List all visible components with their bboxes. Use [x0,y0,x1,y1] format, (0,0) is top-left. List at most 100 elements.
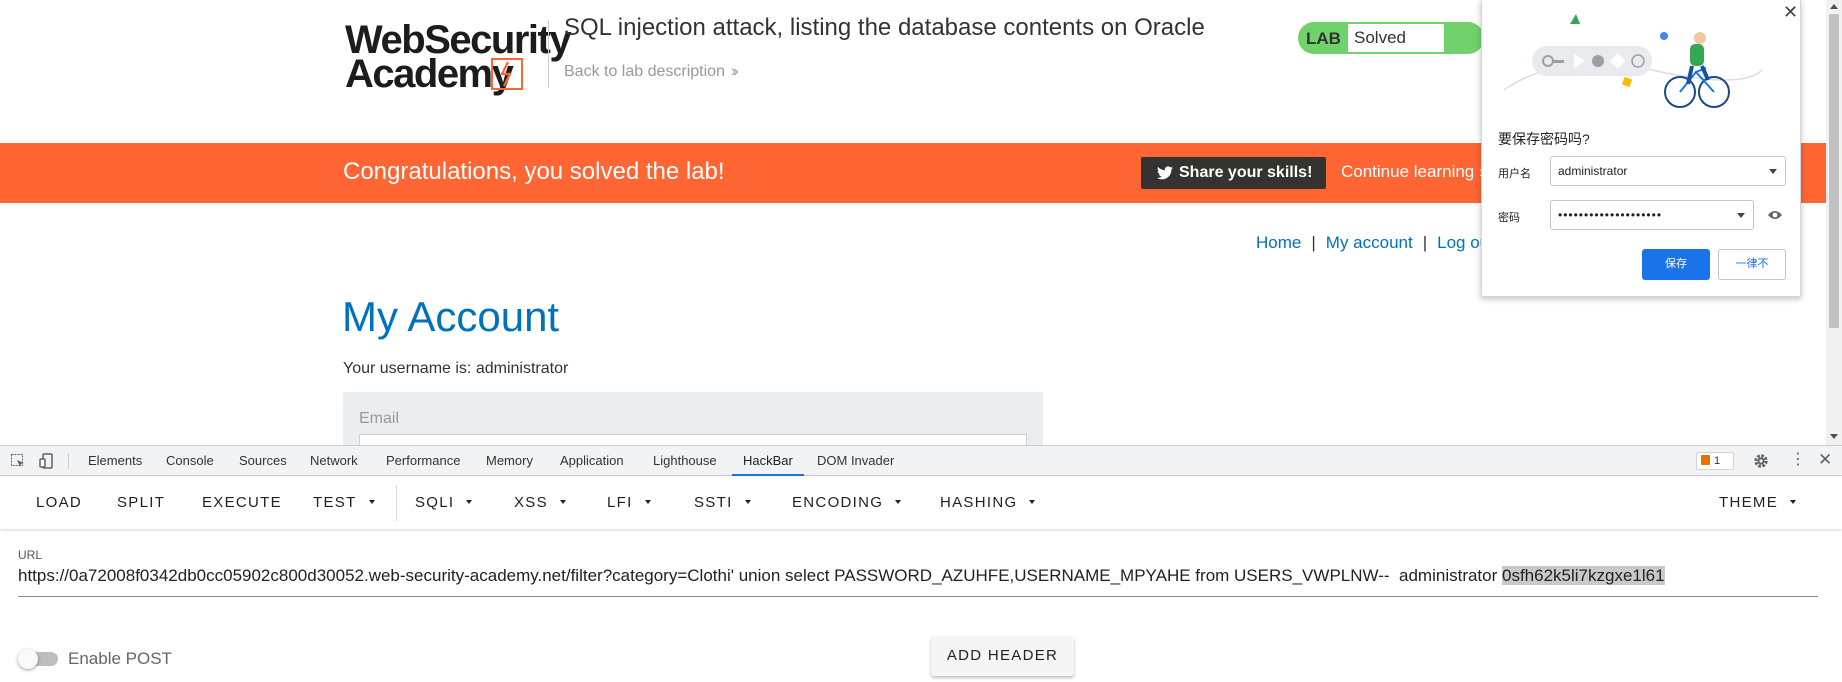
split-label: SPLIT [117,494,166,511]
hashing-dropdown[interactable]: HASHING [940,477,1036,529]
toolbar-divider [396,485,397,521]
load-button[interactable]: LOAD [36,477,82,529]
tab-sources[interactable]: Sources [239,446,287,476]
issue-flag-icon [1701,455,1710,465]
password-label: 密码 [1498,212,1520,224]
dropdown-caret-icon [559,500,566,504]
never-button[interactable]: 一律不 [1718,249,1786,280]
test-dropdown[interactable]: TEST [313,477,375,529]
email-field[interactable] [359,434,1027,445]
logo-divider [548,20,549,88]
username-label: 用户名 [1498,168,1531,180]
sqli-label: SQLI [415,494,455,511]
tab-network[interactable]: Network [310,446,358,476]
lightning-bolt-icon [491,58,523,90]
enable-post-label: Enable POST [68,649,172,668]
continue-learning-link[interactable]: Continue learning ›› [1341,162,1490,182]
url-input[interactable]: https://0a72008f0342db0cc05902c800d30052… [18,566,1665,586]
lab-title: SQL injection attack, listing the databa… [564,14,1205,41]
hashing-label: HASHING [940,494,1018,511]
add-header-button[interactable]: ADD HEADER [931,636,1074,676]
gear-icon[interactable] [1753,453,1769,469]
ssti-label: SSTI [694,494,733,511]
theme-dropdown[interactable]: THEME [1719,477,1796,529]
test-label: TEST [313,494,357,511]
close-devtools-icon[interactable]: ✕ [1818,450,1832,470]
lab-status-widget: LAB Solved [1298,22,1484,54]
email-label: Email [359,410,400,427]
scrollbar-thumb[interactable] [1829,14,1839,328]
back-to-lab-description-link[interactable]: Back to lab description ›› [564,63,738,81]
double-chevron-right-icon: ›› [730,63,738,80]
encoding-label: ENCODING [792,494,884,511]
ssti-dropdown[interactable]: SSTI [694,477,751,529]
dropdown-caret-icon [368,500,375,504]
nav-home-link[interactable]: Home [1256,233,1301,252]
xss-dropdown[interactable]: XSS [514,477,566,529]
password-illustration [1503,14,1763,108]
hackbar-toolbar: LOAD SPLIT EXECUTE TEST SQLI XSS LFI SST… [0,477,1842,529]
tab-elements[interactable]: Elements [88,446,142,476]
tab-dom-invader[interactable]: DOM Invader [817,446,894,476]
dropdown-caret-icon [466,500,473,504]
chevron-down-icon [1769,169,1777,174]
save-button[interactable]: 保存 [1642,249,1710,280]
url-selected-text: 0sfh62k5li7kzgxe1l61 [1502,566,1665,585]
split-button[interactable]: SPLIT [117,477,165,529]
back-link-label: Back to lab description [564,63,725,80]
nav-separator: | [1422,233,1428,252]
issues-counter[interactable]: 1 [1696,452,1734,470]
close-icon[interactable]: ✕ [1783,2,1798,23]
page-viewport: WebSecurity Academy SQL injection attack… [0,0,1842,445]
eye-icon[interactable] [1767,209,1783,221]
username-line: Your username is: administrator [343,360,569,377]
share-skills-button[interactable]: Share your skills! [1141,157,1326,189]
url-text: https://0a72008f0342db0cc05902c800d30052… [18,566,1502,585]
scroll-down-arrow-icon[interactable] [1830,434,1838,439]
dropdown-caret-icon [895,500,902,504]
sqli-dropdown[interactable]: SQLI [415,477,473,529]
save-password-dialog: ✕ 要保存密码吗? 用户名 administrator 密码 •••••••••… [1481,0,1801,297]
lfi-dropdown[interactable]: LFI [607,477,651,529]
save-password-question: 要保存密码吗? [1498,131,1590,147]
url-label: URL [18,548,43,562]
email-form: Email [343,392,1043,445]
tab-lighthouse[interactable]: Lighthouse [653,446,717,476]
execute-button[interactable]: EXECUTE [202,477,282,529]
nav-my-account-link[interactable]: My account [1326,233,1413,252]
account-nav: Home | My account | Log out [1256,233,1494,253]
scroll-up-arrow-icon[interactable] [1830,4,1838,9]
password-select[interactable]: •••••••••••••••••••• [1550,200,1754,230]
dropdown-caret-icon [744,500,751,504]
more-options-icon[interactable]: ⋮ [1790,451,1806,469]
lfi-label: LFI [607,494,633,511]
tab-memory[interactable]: Memory [486,446,533,476]
enable-post-toggle[interactable] [18,646,58,672]
theme-label: THEME [1719,494,1778,511]
xss-label: XSS [514,494,548,511]
chevron-down-icon [1737,213,1745,218]
share-button-label: Share your skills! [1179,164,1313,181]
page-scrollbar[interactable] [1826,0,1842,445]
continue-learning-label: Continue learning [1341,162,1475,181]
web-security-academy-logo[interactable]: WebSecurity Academy [343,18,572,96]
congratulations-message: Congratulations, you solved the lab! [343,158,725,185]
device-toolbar-icon[interactable] [39,453,55,469]
tab-console[interactable]: Console [166,446,214,476]
twitter-bird-icon [1157,166,1173,180]
tab-performance[interactable]: Performance [386,446,460,476]
execute-label: EXECUTE [202,494,282,511]
tab-application[interactable]: Application [560,446,624,476]
page-title: My Account [342,293,560,340]
logo-text-line2: Academy [345,52,514,96]
tab-hackbar[interactable]: HackBar [732,446,804,476]
dropdown-caret-icon [1029,500,1036,504]
dropdown-caret-icon [1790,500,1796,504]
password-value: •••••••••••••••••••• [1558,208,1663,222]
encoding-dropdown[interactable]: ENCODING [792,477,902,529]
lab-status-value: Solved [1348,24,1444,52]
devtools-panel: Elements Console Sources Network Perform… [0,445,1842,682]
inspect-element-icon[interactable] [11,454,25,468]
username-select[interactable]: administrator [1550,156,1786,186]
toolbar-divider [68,453,69,469]
